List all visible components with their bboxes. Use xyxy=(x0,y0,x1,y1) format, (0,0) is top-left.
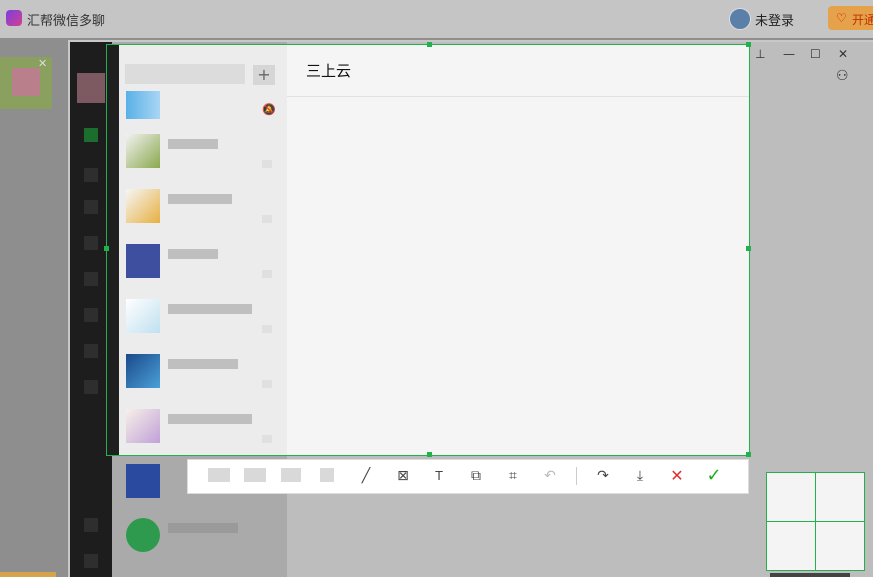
list-item-name xyxy=(168,523,238,533)
list-item[interactable] xyxy=(126,299,160,333)
list-item-time xyxy=(262,435,272,443)
minimize-icon[interactable]: — xyxy=(783,47,795,61)
list-item[interactable] xyxy=(126,91,160,119)
cancel-icon[interactable]: ✕ xyxy=(666,465,688,487)
brush-tool-icon[interactable] xyxy=(320,468,334,482)
list-item-name xyxy=(168,414,252,424)
ellipse-tool-icon[interactable] xyxy=(244,468,266,482)
arrow-tool-icon[interactable] xyxy=(281,468,301,482)
search-input[interactable] xyxy=(125,64,245,84)
confirm-icon[interactable]: ✓ xyxy=(703,465,725,487)
favorites-icon[interactable] xyxy=(84,200,98,214)
mobile-icon[interactable] xyxy=(84,554,98,568)
header-divider xyxy=(287,96,749,97)
list-item-time xyxy=(262,270,272,278)
resize-handle[interactable] xyxy=(427,42,432,47)
resize-handle[interactable] xyxy=(104,246,109,251)
chat-nav-icon[interactable] xyxy=(84,128,98,142)
close-window-icon[interactable]: ✕ xyxy=(838,47,848,61)
pin-icon[interactable]: ⊥ xyxy=(755,47,765,61)
mosaic-icon[interactable]: ⊠ xyxy=(392,465,414,487)
list-item-name xyxy=(168,194,232,204)
moments-icon[interactable] xyxy=(84,272,98,286)
resize-handle[interactable] xyxy=(427,452,432,457)
host-app-title: 汇帮微信多聊 xyxy=(27,14,106,29)
list-item-name xyxy=(168,249,218,259)
add-button[interactable]: + xyxy=(253,65,275,85)
phone-icon[interactable] xyxy=(84,380,98,394)
toolbar-divider xyxy=(576,467,577,485)
list-item[interactable] xyxy=(126,354,160,388)
list-item-time xyxy=(262,325,272,333)
contacts-icon[interactable] xyxy=(84,168,98,182)
list-item-time xyxy=(262,380,272,388)
account-avatar xyxy=(12,68,40,96)
settings-icon[interactable] xyxy=(84,518,98,532)
user-icon[interactable]: ⚇ xyxy=(836,68,849,84)
chat-title: 三上云 xyxy=(306,62,352,80)
list-item-time xyxy=(262,160,272,168)
mute-icon: 🔕 xyxy=(262,103,276,116)
close-icon[interactable]: ✕ xyxy=(38,57,47,70)
maximize-icon[interactable]: ☐ xyxy=(810,47,821,61)
list-item-name xyxy=(168,359,238,369)
pin-to-screen-icon[interactable]: ⧉ xyxy=(465,465,487,487)
vip-button-label: 开通 xyxy=(852,13,873,27)
list-item-name xyxy=(168,139,218,149)
bottom-accent xyxy=(0,572,56,577)
user-avatar[interactable] xyxy=(729,8,751,30)
login-status[interactable]: 未登录 xyxy=(755,10,794,29)
list-item-time xyxy=(262,215,272,223)
heart-icon: ♡ xyxy=(836,11,847,25)
list-item[interactable] xyxy=(126,244,160,278)
files-icon[interactable] xyxy=(84,236,98,250)
app-logo-icon xyxy=(6,10,22,26)
pen-icon[interactable]: ╱ xyxy=(355,465,377,487)
share-icon[interactable]: ↷ xyxy=(592,465,614,487)
list-item[interactable] xyxy=(126,518,160,552)
list-item-name xyxy=(168,304,252,314)
list-item[interactable] xyxy=(126,189,160,223)
magnifier-info xyxy=(770,573,850,577)
list-item[interactable] xyxy=(126,134,160,168)
rectangle-tool-icon[interactable] xyxy=(208,468,230,482)
download-icon[interactable]: ⤓ xyxy=(629,465,651,487)
ocr-icon[interactable]: ⌗ xyxy=(502,465,524,487)
resize-handle[interactable] xyxy=(746,246,751,251)
list-item[interactable] xyxy=(126,464,160,498)
sidebar-avatar[interactable] xyxy=(77,73,105,103)
search-nav-icon[interactable] xyxy=(84,308,98,322)
list-item[interactable] xyxy=(126,409,160,443)
resize-handle[interactable] xyxy=(746,452,751,457)
magnifier-crosshair xyxy=(766,521,865,522)
mini-program-icon[interactable] xyxy=(84,344,98,358)
undo-icon[interactable]: ↶ xyxy=(539,465,561,487)
text-tool-icon[interactable]: T xyxy=(428,465,450,487)
resize-handle[interactable] xyxy=(746,42,751,47)
